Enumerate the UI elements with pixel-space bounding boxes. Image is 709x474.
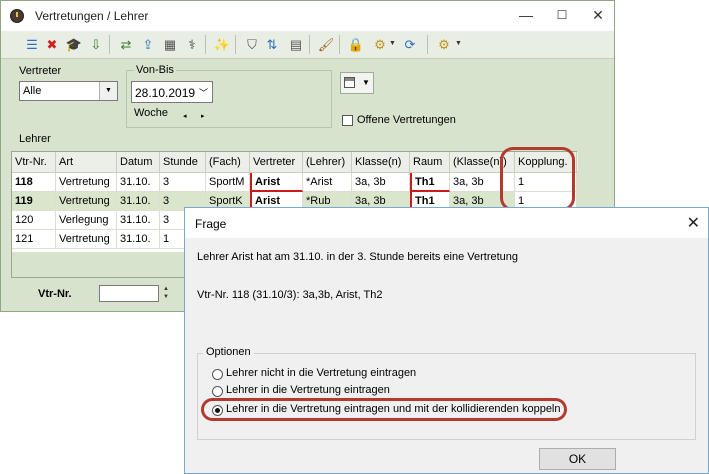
delete-icon[interactable]: ✖: [43, 36, 61, 53]
toolbar-separator: [309, 35, 310, 54]
maximize-button[interactable]: ☐: [547, 4, 577, 26]
app-icon: [10, 9, 24, 23]
table-cell: 31.10.: [117, 173, 160, 192]
export-icon[interactable]: ⇪: [139, 36, 157, 53]
vtr-nr-input[interactable]: [99, 285, 159, 302]
table-cell: 121: [12, 230, 56, 249]
dialog-close-button[interactable]: ✕: [687, 213, 700, 233]
offene-vertretungen-label: Offene Vertretungen: [357, 114, 456, 126]
option-label-0[interactable]: Lehrer nicht in die Vertretung eintragen: [226, 367, 416, 379]
table-icon[interactable]: ▤: [287, 36, 305, 53]
vertreter-dropdown[interactable]: Alle ▼: [19, 81, 118, 101]
stethoscope-icon[interactable]: ⚕: [183, 36, 201, 53]
calendar-icon: [344, 77, 355, 88]
table-cell: *Arist: [303, 173, 352, 192]
table-cell: 31.10.: [117, 230, 160, 249]
dialog-detail: Vtr-Nr. 118 (31.10/3): 3a,3b, Arist, Th2: [197, 289, 383, 301]
toolbar-separator: [235, 35, 236, 54]
table-cell: 3a, 3b: [352, 173, 410, 192]
table-row[interactable]: 118 Vertretung 31.10. 3 SportM Arist *Arist 3a,…: [12, 173, 578, 192]
column-header[interactable]: Art: [56, 152, 117, 172]
calculator-icon[interactable]: ▦: [161, 36, 179, 53]
chevron-down-icon[interactable]: ▼: [99, 82, 117, 100]
dialog-message: Lehrer Arist hat am 31.10. in der 3. Stu…: [197, 251, 519, 263]
import-icon[interactable]: ⇩: [87, 36, 105, 53]
arrow-left-icon[interactable]: ◂: [183, 112, 187, 120]
dialog-title: Frage: [195, 217, 227, 231]
woche-stepper[interactable]: ◂ ▸: [179, 110, 213, 123]
von-bis-label: Von-Bis: [134, 64, 176, 76]
table-cell: 3: [160, 173, 206, 192]
column-header[interactable]: Raum: [410, 152, 450, 172]
window-title: Vertretungen / Lehrer: [35, 9, 149, 23]
table-cell: Arist: [250, 173, 303, 192]
column-header[interactable]: Stunde: [160, 152, 206, 172]
toolbar-separator: [339, 35, 340, 54]
magic-wand-icon[interactable]: ✨: [213, 36, 231, 53]
calendar-button[interactable]: ▼: [340, 72, 374, 94]
kopplung-highlight-circle: [500, 147, 575, 211]
title-bar[interactable]: Vertretungen / Lehrer — ☐ ✕: [1, 1, 614, 31]
dialog-title-bar[interactable]: Frage ✕: [185, 208, 708, 238]
close-button[interactable]: ✕: [583, 4, 613, 26]
option-highlight-circle: [201, 398, 567, 421]
table-cell: Vertretung: [56, 230, 117, 249]
chevron-down-icon[interactable]: ﹀: [199, 86, 208, 99]
date-picker[interactable]: 28.10.2019 ﹀: [131, 81, 213, 103]
arrow-right-icon[interactable]: ▸: [201, 112, 205, 120]
table-cell: Th1: [410, 173, 450, 192]
optionen-label: Optionen: [203, 346, 254, 358]
filter-icon[interactable]: ⛉: [243, 36, 261, 53]
table-cell: 31.10.: [117, 192, 160, 211]
brush-icon[interactable]: 🖌: [317, 36, 335, 53]
vtr-nr-spinner[interactable]: ▲ ▼: [160, 285, 172, 302]
sort-icon[interactable]: ⇅: [263, 36, 281, 53]
date-value: 28.10.2019: [135, 86, 196, 100]
chevron-down-icon[interactable]: ▼: [389, 40, 396, 47]
table-cell: 31.10.: [117, 211, 160, 230]
table-cell: Vertretung: [56, 192, 117, 211]
list-icon[interactable]: ☰: [23, 36, 41, 53]
option-radio-0[interactable]: [212, 369, 223, 380]
settings-page-icon[interactable]: ⚙: [371, 36, 389, 53]
table-cell: Vertretung: [56, 173, 117, 192]
option-label-1[interactable]: Lehrer in die Vertretung eintragen: [226, 384, 390, 396]
minimize-button[interactable]: —: [511, 4, 541, 26]
teacher-hat-icon[interactable]: 🎓: [65, 36, 83, 53]
column-header[interactable]: Vertreter: [250, 152, 303, 172]
column-header[interactable]: (Fach): [206, 152, 250, 172]
toolbar-separator: [109, 35, 110, 54]
vtr-nr-label: Vtr-Nr.: [38, 288, 72, 300]
lock-icon[interactable]: 🔒: [347, 36, 365, 53]
table-cell: Verlegung: [56, 211, 117, 230]
toolbar-separator: [427, 35, 428, 54]
column-header[interactable]: Klasse(n): [352, 152, 410, 172]
vertreter-label: Vertreter: [19, 65, 62, 77]
column-header[interactable]: Datum: [117, 152, 160, 172]
ok-button[interactable]: OK: [539, 448, 616, 470]
table-cell: 119: [12, 192, 56, 211]
chevron-down-icon: ▼: [362, 78, 370, 87]
woche-label: Woche: [134, 107, 169, 119]
table-cell: SportM: [206, 173, 250, 192]
refresh-icon[interactable]: ⟳: [401, 36, 419, 53]
table-cell: 120: [12, 211, 56, 230]
toolbar-separator: [205, 35, 206, 54]
column-header[interactable]: Vtr-Nr.: [12, 152, 56, 172]
frage-dialog: Frage ✕ Lehrer Arist hat am 31.10. in de…: [184, 207, 709, 474]
vertreter-value: Alle: [23, 85, 42, 97]
lehrer-label: Lehrer: [19, 133, 51, 145]
offene-vertretungen-checkbox[interactable]: [342, 115, 353, 126]
column-header[interactable]: (Lehrer): [303, 152, 352, 172]
chevron-down-icon[interactable]: ▼: [455, 40, 462, 47]
option-radio-1[interactable]: [212, 386, 223, 397]
gear-icon[interactable]: ⚙: [435, 36, 453, 53]
table-header: Vtr-Nr. Art Datum Stunde (Fach) Vertreter (Leh…: [12, 152, 578, 173]
swap-icon[interactable]: ⇄: [117, 36, 135, 53]
toolbar: ☰ ✖ 🎓 ⇩ ⇄ ⇪ ▦ ⚕ ✨ ⛉ ⇅ ▤ 🖌 🔒 ⚙ ⟳ ⚙ ▼ ▼: [1, 31, 614, 59]
table-cell: 118: [12, 173, 56, 192]
